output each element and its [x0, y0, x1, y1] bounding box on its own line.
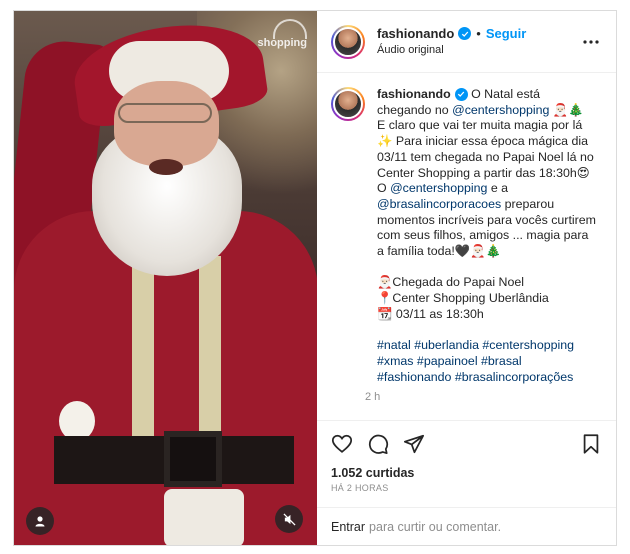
- caption-time-ago[interactable]: 2 h: [365, 391, 597, 403]
- watermark-text: shopping: [257, 37, 308, 49]
- muted-speaker-icon: [282, 512, 296, 526]
- coat-trim-right: [199, 256, 221, 436]
- mention-link[interactable]: @centershopping: [452, 103, 549, 117]
- author-avatar[interactable]: [331, 24, 365, 59]
- sleeve-cuff: [164, 489, 244, 545]
- belt-buckle: [164, 431, 222, 487]
- share-icon[interactable]: [403, 433, 425, 455]
- verified-badge-icon: [458, 27, 472, 41]
- santa-glasses: [118, 103, 212, 123]
- like-count[interactable]: 1.052 curtidas: [317, 466, 616, 480]
- comment-login-prompt: Entrar para curtir ou comentar.: [317, 507, 616, 545]
- santa-face: [114, 81, 219, 166]
- post-side-panel: fashionando • Seguir Áudio original fash…: [317, 11, 616, 545]
- caption-verified-badge-icon: [454, 87, 468, 101]
- hat-pompom: [59, 401, 95, 441]
- mention-link[interactable]: @brasalincorporacoes: [377, 197, 501, 211]
- center-shopping-watermark: shopping: [249, 19, 309, 53]
- caption-section: fashionando O Natal está chegando no @ce…: [317, 73, 616, 420]
- user-tag-icon: [35, 516, 45, 527]
- author-username[interactable]: fashionando: [377, 26, 454, 42]
- posted-time[interactable]: HÁ 2 HORAS: [317, 480, 616, 493]
- santa-mouth: [149, 159, 183, 175]
- header-separator: •: [476, 25, 481, 41]
- comment-icon[interactable]: [367, 433, 389, 455]
- login-link[interactable]: Entrar: [331, 520, 365, 534]
- coat-trim-left: [132, 256, 154, 436]
- caption-username[interactable]: fashionando: [377, 87, 451, 101]
- mention-link[interactable]: @centershopping: [390, 181, 487, 195]
- comment-prompt-text: para curtir ou comentar.: [369, 519, 502, 534]
- audio-label[interactable]: Áudio original: [377, 44, 526, 58]
- follow-button[interactable]: Seguir: [486, 26, 526, 42]
- post-video[interactable]: shopping: [14, 11, 317, 545]
- author-avatar-image: [333, 26, 363, 57]
- post-header: fashionando • Seguir Áudio original: [317, 11, 616, 73]
- action-bar: [317, 420, 616, 466]
- caption-avatar[interactable]: [331, 87, 365, 121]
- post-dialog: shopping fashionando • Seguir Áudio orig…: [13, 10, 617, 546]
- mute-toggle-button[interactable]: [275, 505, 303, 533]
- author-info: fashionando • Seguir Áudio original: [377, 26, 526, 58]
- bookmark-icon[interactable]: [580, 433, 602, 455]
- caption-text: fashionando O Natal está chegando no @ce…: [377, 87, 597, 385]
- caption-avatar-image: [333, 89, 363, 119]
- hashtag-links[interactable]: #natal #uberlandia #centershopping #xmas…: [377, 338, 577, 383]
- tagged-users-button[interactable]: [26, 507, 54, 535]
- caption-body-2: preparou momentos incríveis para vocês c…: [377, 196, 596, 321]
- heart-icon[interactable]: [331, 433, 353, 455]
- more-options-icon[interactable]: [582, 35, 600, 49]
- caption-connector: e a: [487, 181, 512, 196]
